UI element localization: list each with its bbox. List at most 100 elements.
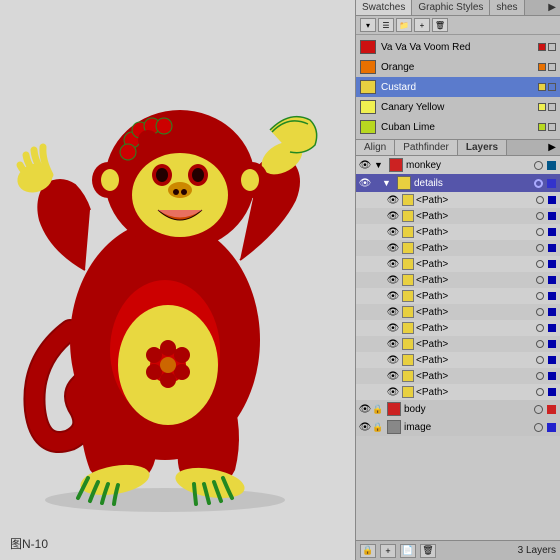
path-color-swatch	[402, 210, 414, 222]
path-target-circle[interactable]	[536, 196, 544, 204]
path-target-circle[interactable]	[536, 292, 544, 300]
path-target-circle[interactable]	[536, 276, 544, 284]
lock-layer-button[interactable]: 🔒	[360, 544, 376, 558]
path-target-circle[interactable]	[536, 228, 544, 236]
layer-visibility-eye[interactable]: 👁	[386, 385, 400, 399]
bottom-panel: Align Pathfinder Layers ▶ 👁▼monkey👁▼deta…	[356, 140, 560, 560]
layer-lock-icon: 🔒	[372, 403, 384, 415]
swatch-list-button[interactable]: ☰	[378, 18, 394, 32]
path-name: <Path>	[416, 371, 534, 382]
new-color-group-button[interactable]: 📁	[396, 18, 412, 32]
path-target-circle[interactable]	[536, 340, 544, 348]
layer-visibility-eye[interactable]: 👁	[386, 241, 400, 255]
delete-layer-button[interactable]: 🗑	[420, 544, 436, 558]
layer-path-row[interactable]: 👁 <Path>	[356, 384, 560, 400]
layer-path-row[interactable]: 👁<Path>	[356, 224, 560, 240]
path-selection-dot	[548, 196, 556, 204]
swatch-color-orange	[360, 60, 376, 74]
path-name: <Path>	[416, 387, 534, 398]
layer-target-circle-body[interactable]	[534, 405, 543, 414]
layers-panel[interactable]: 👁▼monkey👁▼details👁<Path>👁<Path>👁<Path>👁<…	[356, 156, 560, 540]
layer-visibility-eye[interactable]: 👁	[386, 305, 400, 319]
path-target-circle[interactable]	[536, 260, 544, 268]
layer-path-row[interactable]: 👁<Path>	[356, 320, 560, 336]
swatch-item-voom-red[interactable]: Va Va Va Voom Red	[356, 37, 560, 57]
show-swatch-kinds-button[interactable]: ▾	[360, 18, 376, 32]
monkey-illustration	[10, 10, 340, 530]
path-target-circle[interactable]	[536, 212, 544, 220]
path-selection-dot	[548, 324, 556, 332]
path-target-circle[interactable]	[536, 324, 544, 332]
new-swatch-button[interactable]: +	[414, 18, 430, 32]
path-target-circle[interactable]	[536, 372, 544, 380]
layer-path-row[interactable]: 👁 <Path>	[356, 368, 560, 384]
swatch-fill-indicator-voom-red	[538, 43, 546, 51]
path-selection-dot	[548, 244, 556, 252]
layer-path-row[interactable]: 👁<Path>	[356, 192, 560, 208]
path-color-swatch	[402, 338, 414, 350]
layer-visibility-eye[interactable]: 👁	[386, 273, 400, 287]
layer-visibility-eye[interactable]: 👁	[358, 158, 372, 172]
new-layer-button[interactable]: 📄	[400, 544, 416, 558]
path-color-swatch	[402, 322, 414, 334]
sublayer-selection-indicator	[547, 179, 556, 188]
layer-path-row[interactable]: 👁<Path>	[356, 288, 560, 304]
tab-graphic-styles[interactable]: Graphic Styles	[412, 0, 490, 15]
layer-visibility-eye[interactable]: 👁	[386, 321, 400, 335]
layer-body[interactable]: 👁🔒body	[356, 400, 560, 418]
path-target-circle[interactable]	[536, 388, 544, 396]
layer-path-row[interactable]: 👁<Path>	[356, 272, 560, 288]
path-target-circle[interactable]	[536, 244, 544, 252]
path-selection-dot	[548, 292, 556, 300]
path-name: <Path>	[416, 355, 534, 366]
layer-visibility-eye[interactable]: 👁	[358, 420, 372, 434]
swatch-color-canary-yellow	[360, 100, 376, 114]
layer-path-row[interactable]: 👁<Path>	[356, 240, 560, 256]
layer-visibility-eye[interactable]: 👁	[386, 337, 400, 351]
swatches-toolbar: ▾ ☰ 📁 + 🗑	[356, 16, 560, 35]
canvas-area: 图N-10	[0, 0, 355, 560]
layer-path-row[interactable]: 👁<Path>	[356, 304, 560, 320]
layer-visibility-eye[interactable]: 👁	[386, 193, 400, 207]
layer-visibility-eye[interactable]: 👁	[386, 257, 400, 271]
tab-brushes[interactable]: shes	[490, 0, 524, 15]
swatch-item-cuban-lime[interactable]: Cuban Lime	[356, 117, 560, 137]
delete-swatch-button[interactable]: 🗑	[432, 18, 448, 32]
panel-menu-arrow[interactable]: ▶	[544, 0, 560, 15]
layer-visibility-eye[interactable]: 👁	[386, 225, 400, 239]
layer-details[interactable]: 👁▼details	[356, 174, 560, 192]
tab-swatches[interactable]: Swatches	[356, 0, 412, 15]
path-target-circle[interactable]	[536, 308, 544, 316]
sublayer-target-circle[interactable]	[534, 179, 543, 188]
layers-panel-menu[interactable]: ▶	[544, 140, 560, 155]
tab-align[interactable]: Align	[356, 140, 395, 155]
tab-pathfinder[interactable]: Pathfinder	[395, 140, 458, 155]
layer-image[interactable]: 👁🔒image	[356, 418, 560, 436]
layer-path-row[interactable]: 👁<Path>	[356, 256, 560, 272]
layer-path-row[interactable]: 👁<Path>	[356, 336, 560, 352]
layer-monkey[interactable]: 👁▼monkey	[356, 156, 560, 174]
layer-visibility-eye[interactable]: 👁	[386, 369, 400, 383]
layer-path-row[interactable]: 👁 <Path>	[356, 352, 560, 368]
tab-layers[interactable]: Layers	[458, 140, 507, 155]
path-color-swatch	[402, 370, 414, 382]
layer-target-circle-image[interactable]	[534, 423, 543, 432]
swatch-item-orange[interactable]: Orange	[356, 57, 560, 77]
path-selection-dot	[548, 212, 556, 220]
new-sublayer-button[interactable]: +	[380, 544, 396, 558]
swatch-color-custard	[360, 80, 376, 94]
swatch-item-custard[interactable]: Custard	[356, 77, 560, 97]
layer-visibility-eye[interactable]: 👁	[358, 176, 372, 190]
layer-visibility-eye[interactable]: 👁	[386, 353, 400, 367]
layer-visibility-eye[interactable]: 👁	[386, 209, 400, 223]
path-selection-dot	[548, 308, 556, 316]
swatch-color-cuban-lime	[360, 120, 376, 134]
layer-visibility-eye[interactable]: 👁	[386, 289, 400, 303]
path-target-circle[interactable]	[536, 356, 544, 364]
path-color-swatch	[402, 290, 414, 302]
layer-path-row[interactable]: 👁 <Path>	[356, 208, 560, 224]
layer-target-circle[interactable]	[534, 161, 543, 170]
swatch-item-canary-yellow[interactable]: Canary Yellow	[356, 97, 560, 117]
path-name: <Path>	[416, 211, 534, 222]
layer-visibility-eye[interactable]: 👁	[358, 402, 372, 416]
